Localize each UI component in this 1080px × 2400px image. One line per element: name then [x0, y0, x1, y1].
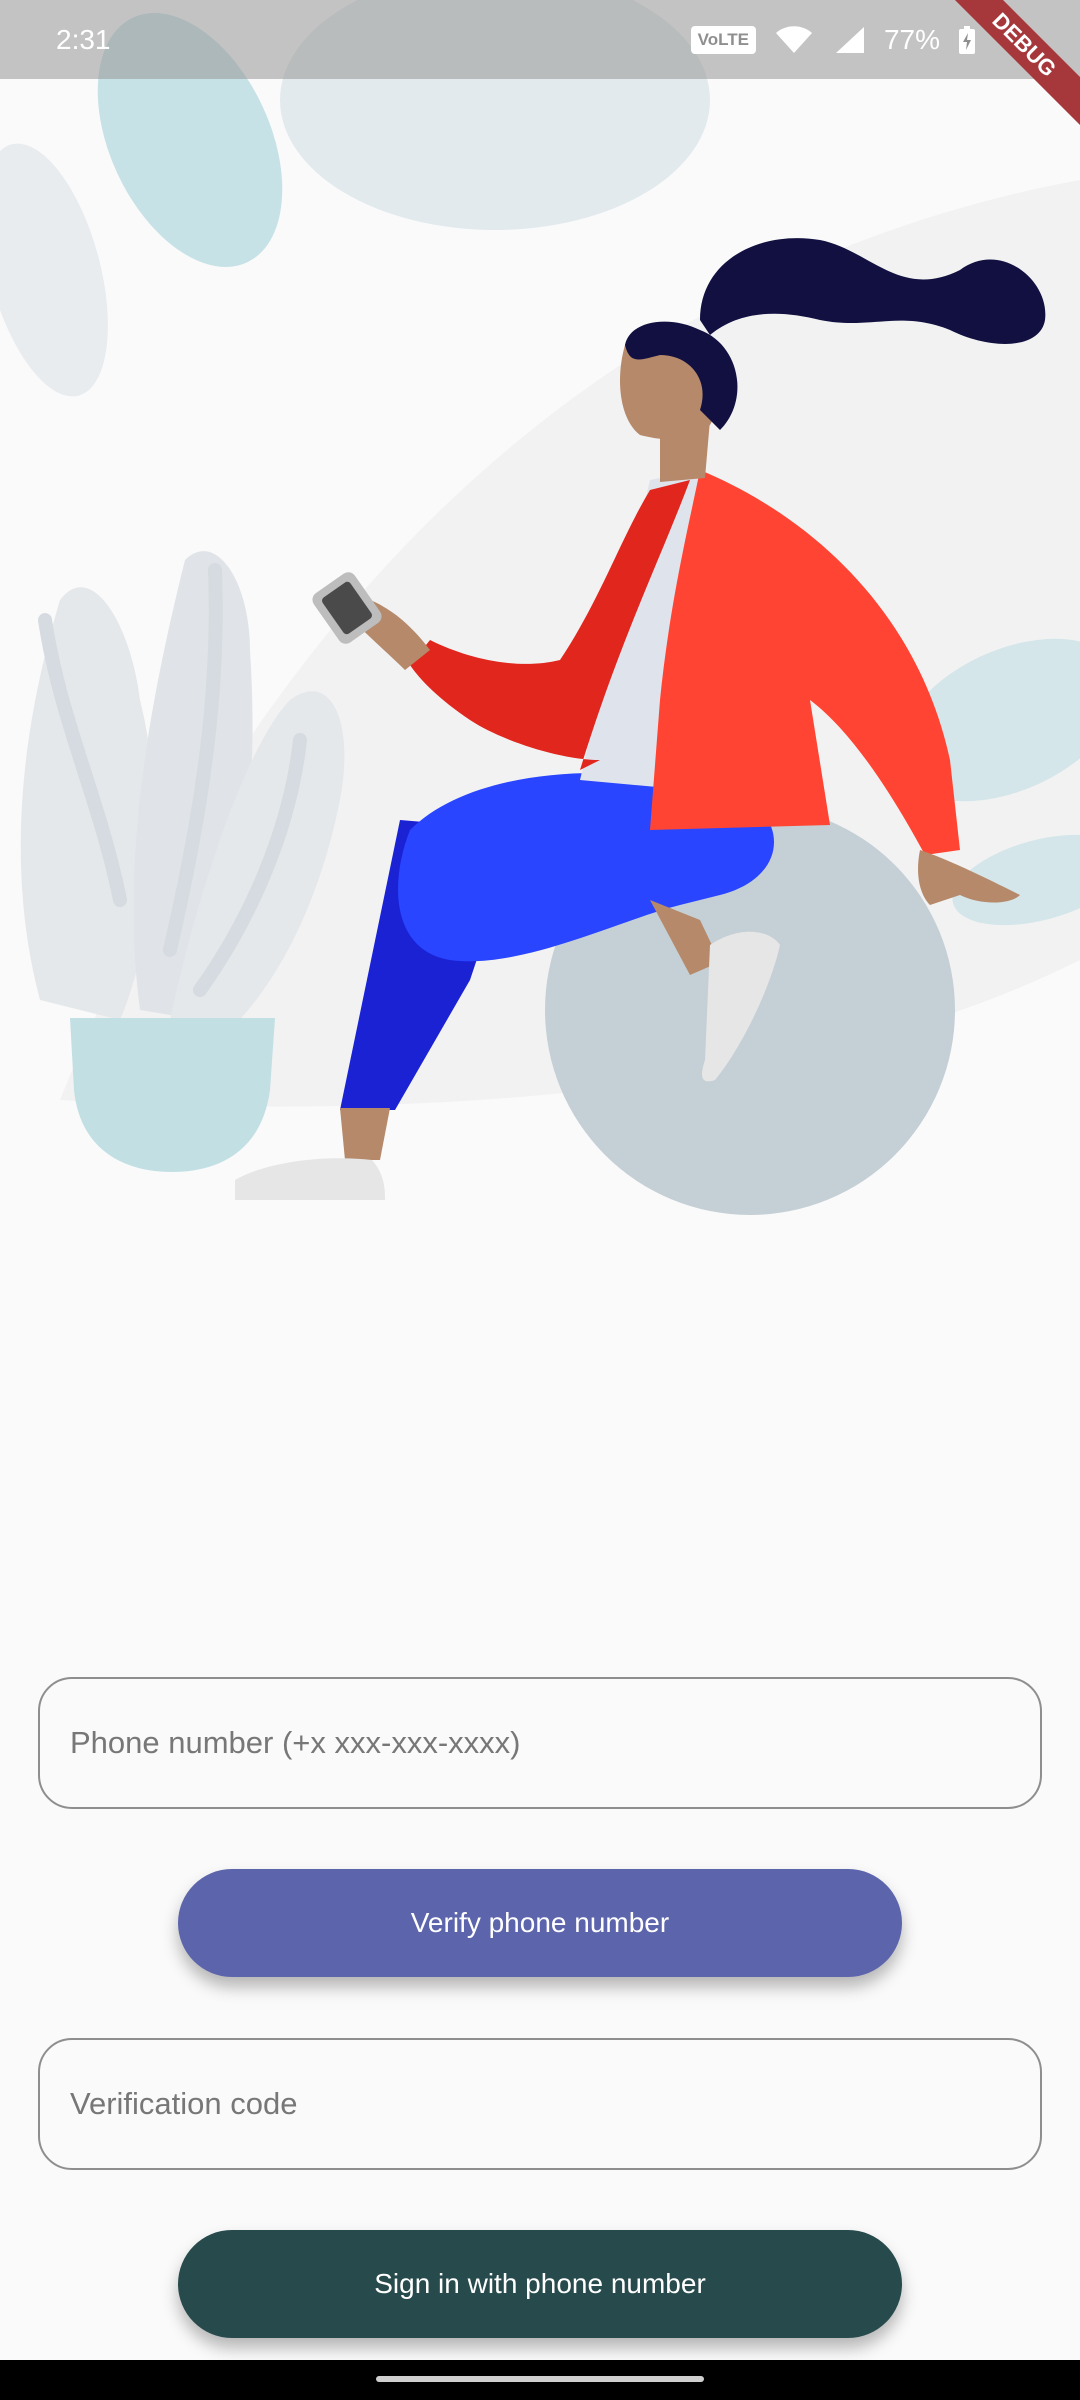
- wifi-icon: [775, 25, 812, 53]
- phone-number-input[interactable]: [68, 1724, 1012, 1762]
- sign-in-phone-label: Sign in with phone number: [374, 2268, 706, 2299]
- verify-phone-label: Verify phone number: [410, 1907, 670, 1938]
- battery-percent: 77%: [883, 23, 940, 55]
- verification-code-field[interactable]: [38, 2038, 1042, 2170]
- status-time: 2:31: [56, 23, 111, 55]
- hero-illustration: [0, 0, 1080, 1220]
- phone-number-field[interactable]: [38, 1677, 1042, 1809]
- volte-badge: VoLTE: [690, 25, 756, 54]
- signal-icon: [835, 26, 864, 53]
- battery-charging-icon: [959, 25, 975, 54]
- verification-code-input[interactable]: [68, 2085, 1012, 2123]
- status-icons: VoLTE 77%: [690, 23, 976, 56]
- navigation-bar: [0, 2360, 1080, 2400]
- home-gesture-handle[interactable]: [376, 2376, 704, 2382]
- sign-in-phone-button[interactable]: Sign in with phone number: [178, 2230, 902, 2338]
- status-bar: 2:31 VoLTE 77%: [0, 0, 1080, 79]
- verify-phone-button[interactable]: Verify phone number: [178, 1869, 902, 1977]
- phone-sign-in-screen: 2:31 VoLTE 77% DEBUG Verify phone number: [0, 0, 1080, 2400]
